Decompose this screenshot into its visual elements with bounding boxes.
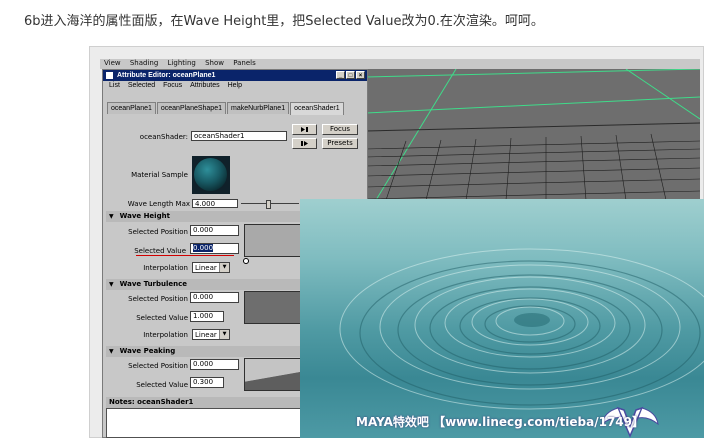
focus-icon-button[interactable] — [292, 124, 317, 135]
wp-selected-position-label: Selected Position — [128, 362, 188, 370]
wp-selected-value-label: Selected Value — [136, 381, 188, 389]
focus-button[interactable]: Focus — [322, 124, 358, 135]
menu-show[interactable]: Show — [205, 59, 224, 67]
viewport-grid — [366, 69, 700, 200]
wp-selected-position-field[interactable]: 0.000 — [190, 359, 239, 370]
menu-view[interactable]: View — [104, 59, 121, 67]
menu-lighting[interactable]: Lighting — [168, 59, 196, 67]
wave-turbulence-ramp[interactable] — [244, 291, 302, 324]
wh-selected-value-field[interactable]: 0.000 — [190, 243, 239, 254]
wt-interpolation-label: Interpolation — [143, 331, 188, 339]
wt-interpolation-dropdown[interactable]: Linear ▼ — [192, 329, 230, 340]
focus-arrow-icon — [301, 127, 308, 132]
wt-selected-value-label: Selected Value — [136, 314, 188, 322]
window-icon — [106, 72, 113, 79]
shader-ball — [194, 158, 227, 191]
wt-selected-value-field[interactable]: 1.000 — [190, 311, 224, 322]
output-arrow-icon — [301, 141, 308, 146]
wave-turbulence-section[interactable]: ▼ Wave Turbulence — [106, 279, 300, 290]
wp-selected-value-field[interactable]: 0.300 — [190, 377, 224, 388]
menu-list[interactable]: List — [109, 82, 120, 89]
collapse-triangle-icon: ▼ — [109, 348, 114, 355]
wt-interpolation-value: Linear — [195, 331, 217, 339]
collapse-triangle-icon: ▼ — [109, 281, 114, 288]
watermark-text: MAYA特效吧 【www.linecg.com/tieba/1749】 — [356, 415, 645, 429]
wh-interpolation-dropdown[interactable]: Linear ▼ — [192, 262, 230, 273]
menu-help[interactable]: Help — [228, 82, 242, 89]
wh-selected-position-label: Selected Position — [128, 228, 188, 236]
highlight-underline — [136, 255, 234, 256]
wt-selected-position-label: Selected Position — [128, 295, 188, 303]
menu-shading[interactable]: Shading — [130, 59, 158, 67]
menu-panels[interactable]: Panels — [233, 59, 256, 67]
editor-menubar: List Selected Focus Attributes Help — [103, 82, 367, 92]
ramp-point-handle[interactable] — [243, 258, 249, 264]
minimize-button[interactable]: _ — [336, 71, 345, 79]
tutorial-caption: 6b进入海洋的属性面版，在Wave Height里，把Selected Valu… — [24, 14, 544, 29]
menu-selected[interactable]: Selected — [128, 82, 155, 89]
node-tabs: oceanPlane1 oceanPlaneShape1 makeNurbPla… — [107, 102, 345, 115]
wh-interpolation-value: Linear — [195, 264, 217, 272]
presets-icon-button[interactable] — [292, 138, 317, 149]
wave-length-max-label: Wave Length Max — [127, 200, 190, 208]
notes-panel: Notes: oceanShader1 — [106, 397, 302, 438]
wt-selected-position-field[interactable]: 0.000 — [190, 292, 239, 303]
perspective-viewport[interactable] — [366, 69, 700, 200]
wave-length-max-field[interactable]: 4.000 — [192, 199, 238, 208]
maximize-button[interactable]: □ — [346, 71, 355, 79]
tab-makenurbplane1[interactable]: makeNurbPlane1 — [227, 102, 290, 114]
wave-height-title: Wave Height — [119, 212, 170, 220]
shader-name-field[interactable]: oceanShader1 — [191, 131, 287, 141]
wave-peaking-ramp[interactable] — [244, 358, 302, 391]
material-sample-swatch — [192, 156, 230, 194]
notes-textarea[interactable] — [106, 408, 302, 438]
wh-selected-position-field[interactable]: 0.000 — [190, 225, 239, 236]
presets-button[interactable]: Presets — [322, 138, 358, 149]
menu-attributes[interactable]: Attributes — [190, 82, 220, 89]
tab-oceanplane1[interactable]: oceanPlane1 — [107, 102, 156, 114]
wh-interpolation-label: Interpolation — [143, 264, 188, 272]
chevron-down-icon: ▼ — [219, 263, 229, 272]
wh-selected-value-text: 0.000 — [193, 244, 214, 252]
wave-turbulence-title: Wave Turbulence — [119, 280, 188, 288]
maya-panel-menubar: View Shading Lighting Show Panels — [100, 59, 700, 69]
tab-oceanplaneshape1[interactable]: oceanPlaneShape1 — [156, 102, 226, 114]
notes-title: Notes: oceanShader1 — [106, 397, 302, 408]
close-button[interactable]: × — [356, 71, 365, 79]
collapse-triangle-icon: ▼ — [109, 213, 114, 220]
chevron-down-icon: ▼ — [219, 330, 229, 339]
wave-peaking-section[interactable]: ▼ Wave Peaking — [106, 346, 300, 357]
shader-name-label: oceanShader: — [139, 133, 188, 141]
wh-selected-value-label: Selected Value — [134, 247, 186, 255]
menu-focus[interactable]: Focus — [163, 82, 182, 89]
material-sample-label: Material Sample — [131, 171, 188, 179]
tab-oceanshader1[interactable]: oceanShader1 — [290, 102, 344, 115]
window-title: Attribute Editor: oceanPlane1 — [117, 72, 216, 79]
wave-length-slider-handle[interactable] — [266, 200, 271, 209]
wave-height-ramp[interactable] — [244, 224, 302, 257]
attribute-editor-titlebar[interactable]: Attribute Editor: oceanPlane1 _ □ × — [103, 70, 367, 81]
wave-peaking-title: Wave Peaking — [119, 347, 176, 355]
wave-height-section[interactable]: ▼ Wave Height — [106, 211, 300, 222]
